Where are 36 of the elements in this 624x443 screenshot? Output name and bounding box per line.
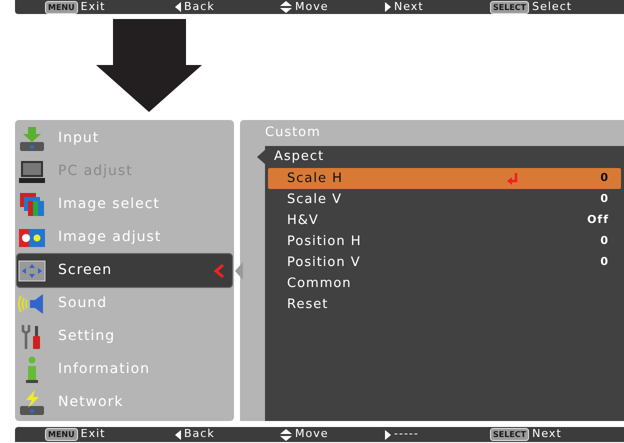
chevron-left-icon xyxy=(214,264,224,278)
submenu-item[interactable]: Scale V 0 xyxy=(268,189,621,210)
guide-label: Exit xyxy=(80,0,106,15)
right-triangle-icon xyxy=(385,430,391,440)
submenu-item[interactable]: Scale H 0 xyxy=(268,168,621,189)
submenu-item[interactable]: Common xyxy=(268,273,621,294)
right-triangle-icon xyxy=(385,2,391,12)
guide-label: Back xyxy=(184,0,215,15)
submenu-title: Custom xyxy=(264,124,322,142)
up-down-arrows-icon xyxy=(280,1,292,13)
download-drawer-icon xyxy=(18,124,46,152)
guide-label: Select xyxy=(532,0,572,15)
guide-label: ----- xyxy=(394,426,419,442)
guide-label: Move xyxy=(295,0,328,15)
lightning-drawer-icon xyxy=(18,388,46,416)
submenu-item[interactable]: Position H 0 xyxy=(268,231,621,252)
down-arrow-icon xyxy=(96,19,202,112)
guide-label: Exit xyxy=(80,426,106,442)
left-triangle-icon xyxy=(175,2,181,12)
key-label: SELECT xyxy=(490,0,530,14)
submenu-header: Aspect xyxy=(273,148,324,166)
submenu-item[interactable]: Position V 0 xyxy=(268,252,621,273)
color-cards-icon xyxy=(18,190,46,218)
up-down-arrows-icon xyxy=(280,428,292,440)
submenu-item[interactable]: Reset xyxy=(268,294,621,315)
guide-label: Next xyxy=(394,0,424,15)
guide-label: Back xyxy=(184,426,215,442)
key-label: MENU xyxy=(45,0,78,14)
guide-label: Move xyxy=(295,426,328,442)
key-label: SELECT xyxy=(490,428,530,441)
guide-label: Next xyxy=(532,426,562,442)
key-label: MENU xyxy=(45,428,78,441)
submenu-item[interactable]: H&V Off xyxy=(268,210,621,231)
pointer-triangle-icon xyxy=(235,262,243,280)
left-triangle-icon xyxy=(175,430,181,440)
enter-arrow-icon xyxy=(507,172,519,184)
